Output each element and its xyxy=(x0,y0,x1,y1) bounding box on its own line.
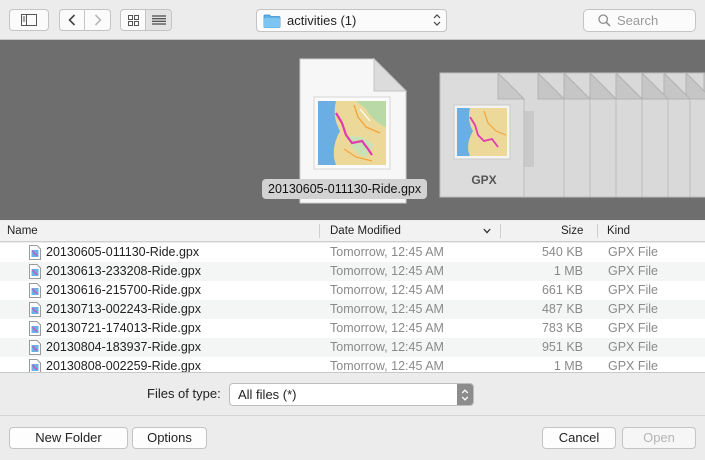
file-type-select[interactable]: All files (*) xyxy=(229,383,474,406)
updown-arrows-icon xyxy=(461,388,469,401)
cancel-button[interactable]: Cancel xyxy=(542,427,616,449)
forward-button[interactable] xyxy=(85,9,111,31)
list-view-button[interactable] xyxy=(146,9,172,31)
column-kind[interactable]: Kind xyxy=(607,221,630,241)
file-date: Tomorrow, 12:45 AM xyxy=(330,264,444,278)
file-row[interactable]: 20130721-174013-Ride.gpx Tomorrow, 12:45… xyxy=(0,319,705,338)
new-folder-button[interactable]: New Folder xyxy=(9,427,128,449)
search-icon xyxy=(598,14,611,27)
file-row[interactable]: 20130605-011130-Ride.gpx Tomorrow, 12:45… xyxy=(0,243,705,262)
file-kind: GPX File xyxy=(608,245,659,259)
chevron-right-icon xyxy=(94,14,102,26)
preview-area: GPX 20130605-011130-Ride.gpx xyxy=(0,40,705,220)
open-button[interactable]: Open xyxy=(622,427,696,449)
folder-icon xyxy=(263,14,281,28)
gpx-file-icon xyxy=(29,340,41,355)
button-bar: New Folder Options Cancel Open xyxy=(0,415,705,460)
file-size: 540 KB xyxy=(541,245,583,259)
file-date: Tomorrow, 12:45 AM xyxy=(330,321,444,335)
options-button[interactable]: Options xyxy=(132,427,207,449)
preview-file-name: 20130605-011130-Ride.gpx xyxy=(262,179,428,199)
filter-bar: Files of type: All files (*) xyxy=(0,372,705,415)
list-icon xyxy=(151,15,166,25)
file-name: 20130613-233208-Ride.gpx xyxy=(46,264,201,278)
grid-icon xyxy=(127,14,139,26)
file-row[interactable]: 20130808-002259-Ride.gpx Tomorrow, 12:45… xyxy=(0,357,705,372)
file-date: Tomorrow, 12:45 AM xyxy=(330,359,444,372)
file-kind: GPX File xyxy=(608,359,659,372)
file-type-label: Files of type: xyxy=(147,386,221,401)
column-separator xyxy=(500,224,501,238)
location-label: activities (1) xyxy=(287,13,357,28)
file-name: 20130616-215700-Ride.gpx xyxy=(46,283,201,297)
search-input[interactable]: Search xyxy=(583,9,696,32)
gpx-file-icon xyxy=(29,321,41,336)
gpx-file-icon xyxy=(29,283,41,298)
updown-arrows-icon xyxy=(433,14,441,26)
column-name[interactable]: Name xyxy=(7,221,38,241)
sort-chevron-down-icon xyxy=(483,228,491,234)
file-kind: GPX File xyxy=(608,283,659,297)
file-name: 20130605-011130-Ride.gpx xyxy=(46,245,200,259)
file-list: 20130605-011130-Ride.gpx Tomorrow, 12:45… xyxy=(0,243,705,372)
location-popup[interactable]: activities (1) xyxy=(256,9,447,32)
file-row[interactable]: 20130613-233208-Ride.gpx Tomorrow, 12:45… xyxy=(0,262,705,281)
file-kind: GPX File xyxy=(608,302,659,316)
search-placeholder: Search xyxy=(617,13,659,28)
toolbar: activities (1) Search xyxy=(0,0,705,40)
select-stepper[interactable] xyxy=(457,384,473,405)
file-name: 20130713-002243-Ride.gpx xyxy=(46,302,201,316)
file-name: 20130808-002259-Ride.gpx xyxy=(46,359,201,372)
file-kind: GPX File xyxy=(608,264,659,278)
sidebar-toggle-button[interactable] xyxy=(9,9,49,31)
chevron-left-icon xyxy=(68,14,76,26)
file-name: 20130804-183937-Ride.gpx xyxy=(46,340,201,354)
file-size: 1 MB xyxy=(553,359,583,372)
gpx-file-icon xyxy=(29,302,41,317)
column-separator xyxy=(597,224,598,238)
column-date-modified[interactable]: Date Modified xyxy=(330,221,401,241)
gpx-file-icon xyxy=(29,264,41,279)
column-header: Name Date Modified Size Kind xyxy=(0,221,705,242)
gpx-file-icon xyxy=(29,359,41,372)
file-size: 783 KB xyxy=(541,321,583,335)
stacked-file-front: GPX xyxy=(439,71,526,198)
file-type-value: All files (*) xyxy=(238,387,297,402)
file-size: 951 KB xyxy=(541,340,583,354)
file-row[interactable]: 20130616-215700-Ride.gpx Tomorrow, 12:45… xyxy=(0,281,705,300)
column-size[interactable]: Size xyxy=(561,221,583,241)
file-kind: GPX File xyxy=(608,340,659,354)
back-button[interactable] xyxy=(59,9,85,31)
file-size: 661 KB xyxy=(541,283,583,297)
file-row[interactable]: 20130713-002243-Ride.gpx Tomorrow, 12:45… xyxy=(0,300,705,319)
file-row[interactable]: 20130804-183937-Ride.gpx Tomorrow, 12:45… xyxy=(0,338,705,357)
file-date: Tomorrow, 12:45 AM xyxy=(330,302,444,316)
sidebar-icon xyxy=(21,14,37,26)
file-date: Tomorrow, 12:45 AM xyxy=(330,283,444,297)
file-name: 20130721-174013-Ride.gpx xyxy=(46,321,201,335)
icon-view-button[interactable] xyxy=(120,9,146,31)
gpx-file-icon xyxy=(29,245,41,260)
file-size: 487 KB xyxy=(541,302,583,316)
file-size: 1 MB xyxy=(553,264,583,278)
file-date: Tomorrow, 12:45 AM xyxy=(330,340,444,354)
file-date: Tomorrow, 12:45 AM xyxy=(330,245,444,259)
gpx-badge-label: GPX xyxy=(471,173,496,187)
column-separator xyxy=(319,224,320,238)
file-kind: GPX File xyxy=(608,321,659,335)
